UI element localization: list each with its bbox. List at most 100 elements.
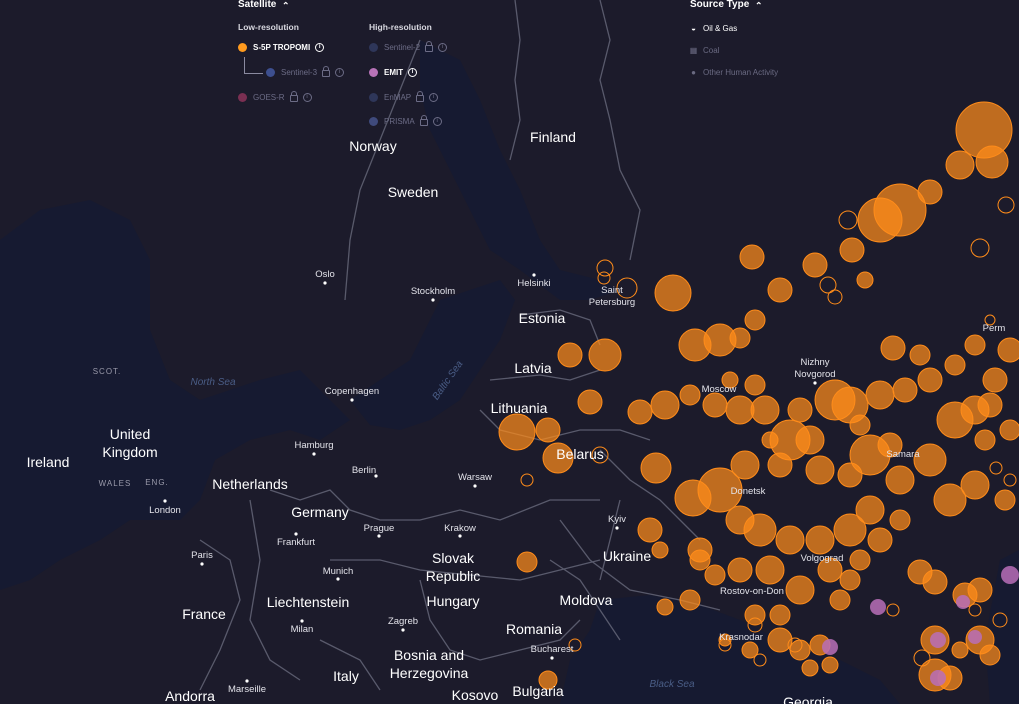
- label-paris: Paris: [191, 550, 213, 561]
- label-copenhagen: Copenhagen: [325, 386, 379, 397]
- tree-connector: [244, 57, 263, 74]
- label-kyiv: Kyiv: [608, 514, 626, 525]
- label-france: France: [182, 606, 226, 622]
- oil-drop-icon: ◒: [691, 23, 696, 33]
- label-krakow: Krakow: [444, 523, 476, 534]
- source-item-coal[interactable]: ▦ Coal: [689, 43, 720, 57]
- label-andorra: Andorra: [165, 688, 215, 704]
- emit-dot-icon: [369, 67, 378, 77]
- label-moldova: Moldova: [560, 592, 613, 608]
- label-scotland: SCOT.: [93, 367, 122, 376]
- sentinel-2-label: Sentinel-2: [384, 42, 421, 52]
- label-milan: Milan: [291, 624, 314, 635]
- sentinel-3-dot-icon: [266, 67, 275, 77]
- label-bulgaria: Bulgaria: [512, 683, 564, 699]
- label-wales: WALES: [99, 479, 132, 488]
- label-estonia: Estonia: [519, 310, 566, 326]
- label-finland: Finland: [530, 129, 576, 145]
- label-kosovo: Kosovo: [452, 687, 499, 703]
- info-icon[interactable]: i: [438, 42, 448, 52]
- high-res-label: High-resolution: [369, 22, 432, 32]
- satellite-item-sentinel-3[interactable]: Sentinel-3 i: [266, 65, 345, 79]
- label-georgia: Georgia: [783, 694, 833, 704]
- label-moscow: Moscow: [702, 384, 737, 395]
- label-nizhny-2: Novgorod: [794, 369, 835, 380]
- satellite-panel-header[interactable]: Satellite ⌄: [238, 0, 290, 10]
- label-saint-petersburg-1: Saint: [601, 285, 623, 296]
- enmap-dot-icon: [369, 92, 378, 102]
- label-krasnodar: Krasnodar: [719, 632, 763, 643]
- sentinel-3-label: Sentinel-3: [281, 67, 318, 77]
- map-canvas[interactable]: Finland Norway Sweden Estonia Latvia Lit…: [0, 0, 1019, 704]
- label-helsinki: Helsinki: [517, 278, 550, 289]
- label-ukraine: Ukraine: [603, 548, 651, 564]
- label-belarus: Belarus: [556, 446, 603, 462]
- satellite-item-goes-r[interactable]: GOES-R i: [238, 90, 312, 104]
- label-ireland: Ireland: [27, 454, 70, 470]
- lock-icon: [419, 114, 428, 126]
- label-saint-petersburg-2: Petersburg: [589, 297, 635, 308]
- info-icon[interactable]: i: [408, 67, 418, 77]
- label-norway: Norway: [349, 138, 396, 154]
- coal-label: Coal: [703, 45, 720, 55]
- chevron-up-icon[interactable]: ⌄: [282, 0, 290, 10]
- satellite-item-sentinel-2[interactable]: Sentinel-2 i: [369, 40, 448, 54]
- label-donetsk: Donetsk: [731, 486, 766, 497]
- label-england: ENG.: [145, 478, 169, 487]
- satellite-title: Satellite: [238, 0, 277, 10]
- label-bucharest: Bucharest: [531, 644, 574, 655]
- label-netherlands: Netherlands: [212, 476, 288, 492]
- label-latvia: Latvia: [514, 360, 552, 376]
- person-icon: ●: [691, 67, 696, 77]
- label-berlin: Berlin: [352, 465, 376, 476]
- satellite-item-enmap[interactable]: EnMAP i: [369, 90, 439, 104]
- label-united-kingdom-1: United: [110, 426, 150, 442]
- label-marseille: Marseille: [228, 684, 266, 695]
- lock-icon: [416, 90, 425, 102]
- source-type-header[interactable]: Source Type ⌄: [690, 0, 763, 10]
- label-prague: Prague: [364, 523, 395, 534]
- info-icon[interactable]: i: [335, 67, 345, 77]
- label-perm: Perm: [983, 323, 1006, 334]
- enmap-label: EnMAP: [384, 92, 412, 102]
- label-bosnia-2: Herzegovina: [390, 665, 469, 681]
- label-bosnia-1: Bosnia and: [394, 647, 464, 663]
- label-munich: Munich: [323, 566, 354, 577]
- label-north-sea: North Sea: [190, 377, 235, 388]
- label-lithuania: Lithuania: [491, 400, 548, 416]
- label-united-kingdom-2: Kingdom: [102, 444, 157, 460]
- goes-r-label: GOES-R: [253, 92, 285, 102]
- label-germany: Germany: [291, 504, 349, 520]
- lock-icon: [289, 90, 298, 102]
- label-stockholm: Stockholm: [411, 286, 455, 297]
- info-icon[interactable]: i: [429, 92, 439, 102]
- source-type-panel: Source Type ⌄ ◒ Oil & Gas ▦ Coal ● Other …: [689, 0, 809, 80]
- source-type-title: Source Type: [690, 0, 750, 10]
- source-item-oil-gas[interactable]: ◒ Oil & Gas: [689, 21, 737, 35]
- tropomi-label: S-5P TROPOMI: [253, 42, 311, 52]
- chevron-up-icon[interactable]: ⌄: [755, 0, 763, 10]
- satellite-item-prisma[interactable]: PRISMA i: [369, 114, 442, 128]
- other-human-label: Other Human Activity: [703, 67, 779, 77]
- sentinel-2-dot-icon: [369, 42, 378, 52]
- source-item-other-human[interactable]: ● Other Human Activity: [689, 65, 778, 79]
- satellite-item-emit[interactable]: EMIT i: [369, 65, 418, 79]
- satellite-item-tropomi[interactable]: S-5P TROPOMI i: [238, 40, 325, 54]
- tropomi-dot-icon: [238, 42, 247, 52]
- label-slovak-2: Republic: [426, 568, 480, 584]
- label-sweden: Sweden: [388, 184, 439, 200]
- coal-icon: ▦: [689, 45, 698, 55]
- label-london: London: [149, 505, 181, 516]
- label-romania: Romania: [506, 621, 562, 637]
- info-icon[interactable]: i: [302, 92, 312, 102]
- info-icon[interactable]: i: [432, 116, 442, 126]
- label-nizhny-1: Nizhny: [800, 357, 829, 368]
- label-zagreb: Zagreb: [388, 616, 418, 627]
- label-hamburg: Hamburg: [294, 440, 333, 451]
- label-samara: Samara: [886, 449, 920, 460]
- label-rostov: Rostov-on-Don: [720, 586, 784, 597]
- label-black-sea: Black Sea: [649, 679, 694, 690]
- info-icon[interactable]: i: [315, 42, 325, 52]
- prisma-dot-icon: [369, 116, 378, 126]
- oil-gas-label: Oil & Gas: [703, 23, 738, 33]
